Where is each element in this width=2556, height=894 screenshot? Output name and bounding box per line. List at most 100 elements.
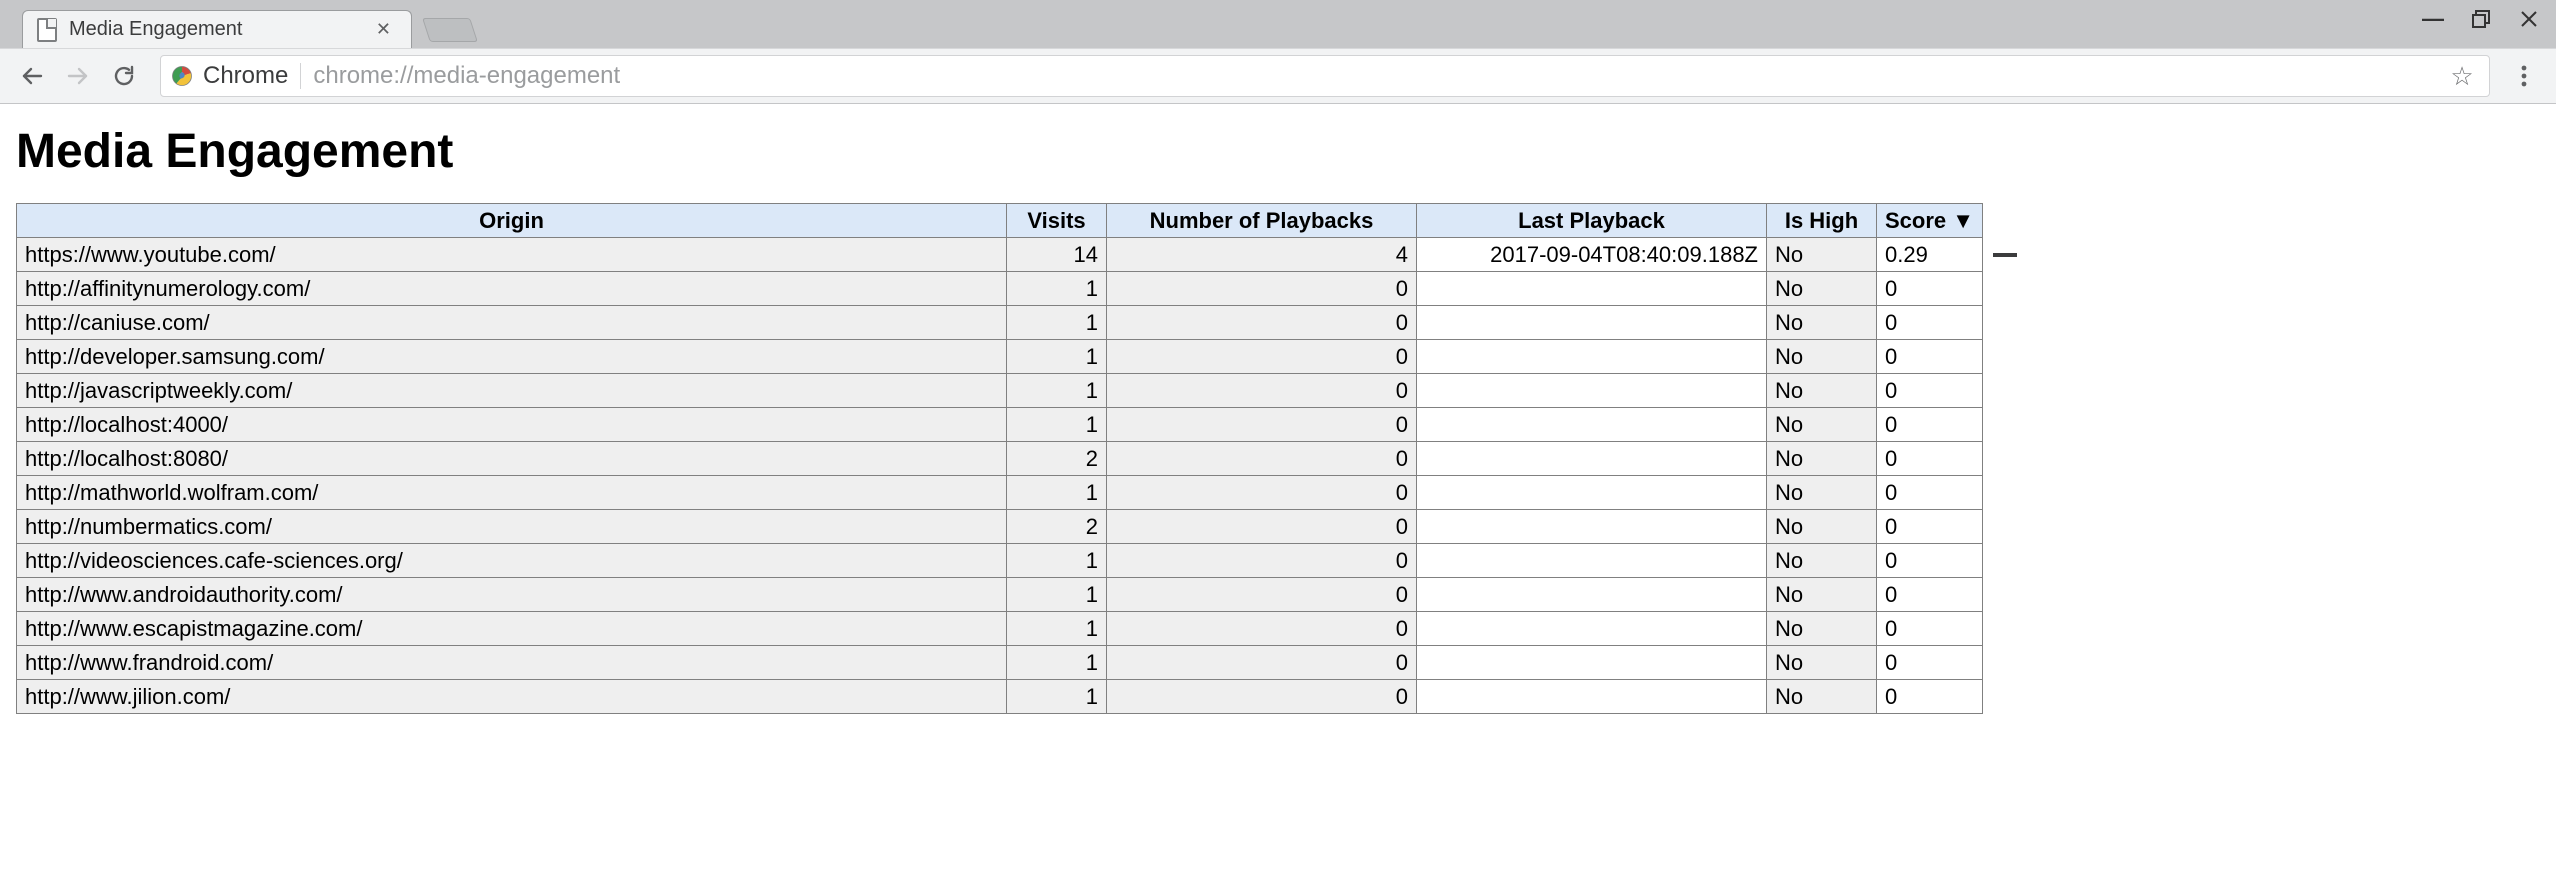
browser-tab[interactable]: Media Engagement ✕ (22, 10, 412, 48)
cell-origin: http://javascriptweekly.com/ (17, 374, 1007, 408)
cell-score: 0 (1877, 646, 1983, 680)
table-row: http://www.escapistmagazine.com/10No0 (17, 612, 1983, 646)
table-row: http://developer.samsung.com/10No0 (17, 340, 1983, 374)
cell-is-high: No (1767, 238, 1877, 272)
window-maximize-button[interactable] (2468, 6, 2494, 32)
table-header-row: Origin Visits Number of Playbacks Last P… (17, 204, 1983, 238)
cell-playbacks: 0 (1107, 612, 1417, 646)
cell-is-high: No (1767, 510, 1877, 544)
cell-origin: http://videosciences.cafe-sciences.org/ (17, 544, 1007, 578)
cell-origin: http://localhost:4000/ (17, 408, 1007, 442)
cell-origin: http://www.frandroid.com/ (17, 646, 1007, 680)
back-button[interactable] (12, 56, 52, 96)
cell-playbacks: 0 (1107, 272, 1417, 306)
cell-visits: 1 (1007, 340, 1107, 374)
window-minimize-button[interactable]: — (2420, 6, 2446, 32)
table-row: http://localhost:4000/10No0 (17, 408, 1983, 442)
cell-is-high: No (1767, 272, 1877, 306)
cell-playbacks: 0 (1107, 340, 1417, 374)
table-row: http://mathworld.wolfram.com/10No0 (17, 476, 1983, 510)
cell-playbacks: 4 (1107, 238, 1417, 272)
cell-playbacks: 0 (1107, 510, 1417, 544)
cell-playbacks: 0 (1107, 374, 1417, 408)
cell-last-playback (1417, 646, 1767, 680)
cell-visits: 1 (1007, 306, 1107, 340)
cell-score: 0 (1877, 408, 1983, 442)
cell-last-playback (1417, 408, 1767, 442)
cell-visits: 1 (1007, 646, 1107, 680)
engagement-table: Origin Visits Number of Playbacks Last P… (16, 203, 1983, 714)
tab-close-button[interactable]: ✕ (370, 15, 397, 44)
cell-score: 0 (1877, 476, 1983, 510)
reload-button[interactable] (104, 56, 144, 96)
cell-origin: http://www.androidauthority.com/ (17, 578, 1007, 612)
table-row: http://numbermatics.com/20No0 (17, 510, 1983, 544)
cell-visits: 1 (1007, 272, 1107, 306)
address-bar[interactable]: Chrome chrome://media-engagement ☆ (160, 55, 2490, 97)
cell-last-playback (1417, 374, 1767, 408)
forward-button[interactable] (58, 56, 98, 96)
cell-visits: 2 (1007, 510, 1107, 544)
cell-score: 0 (1877, 544, 1983, 578)
cell-visits: 1 (1007, 476, 1107, 510)
cell-is-high: No (1767, 306, 1877, 340)
cell-visits: 1 (1007, 578, 1107, 612)
site-identity-icon (171, 65, 193, 87)
cell-last-playback (1417, 612, 1767, 646)
cell-origin: http://developer.samsung.com/ (17, 340, 1007, 374)
column-header-playbacks[interactable]: Number of Playbacks (1107, 204, 1417, 238)
cell-is-high: No (1767, 442, 1877, 476)
cell-score: 0 (1877, 442, 1983, 476)
column-header-last[interactable]: Last Playback (1417, 204, 1767, 238)
cell-score: 0 (1877, 612, 1983, 646)
omnibox-divider (300, 63, 301, 89)
cell-last-playback (1417, 578, 1767, 612)
cell-score: 0 (1877, 510, 1983, 544)
table-row: http://javascriptweekly.com/10No0 (17, 374, 1983, 408)
cell-last-playback (1417, 306, 1767, 340)
cell-visits: 2 (1007, 442, 1107, 476)
bookmark-star-icon[interactable]: ☆ (2445, 59, 2479, 93)
cell-visits: 14 (1007, 238, 1107, 272)
cell-origin: http://localhost:8080/ (17, 442, 1007, 476)
browser-chrome: Media Engagement ✕ — (0, 0, 2556, 104)
cell-score: 0 (1877, 578, 1983, 612)
cell-last-playback (1417, 340, 1767, 374)
cell-visits: 1 (1007, 408, 1107, 442)
cell-playbacks: 0 (1107, 408, 1417, 442)
cell-is-high: No (1767, 646, 1877, 680)
cell-score: 0 (1877, 306, 1983, 340)
page-content: Media Engagement Origin Visits Number of… (0, 104, 2556, 734)
cell-is-high: No (1767, 374, 1877, 408)
cell-visits: 1 (1007, 680, 1107, 714)
column-header-origin[interactable]: Origin (17, 204, 1007, 238)
cell-is-high: No (1767, 612, 1877, 646)
column-header-visits[interactable]: Visits (1007, 204, 1107, 238)
page-icon (37, 18, 57, 42)
column-header-is-high[interactable]: Is High (1767, 204, 1877, 238)
cell-is-high: No (1767, 544, 1877, 578)
cell-visits: 1 (1007, 374, 1107, 408)
column-header-score[interactable]: Score ▼ (1877, 204, 1983, 238)
cell-playbacks: 0 (1107, 646, 1417, 680)
cell-last-playback (1417, 544, 1767, 578)
table-row: http://www.jilion.com/10No0 (17, 680, 1983, 714)
chrome-menu-button[interactable] (2504, 56, 2544, 96)
tab-title: Media Engagement (69, 18, 370, 41)
cell-playbacks: 0 (1107, 578, 1417, 612)
cell-is-high: No (1767, 680, 1877, 714)
table-row: http://localhost:8080/20No0 (17, 442, 1983, 476)
cell-playbacks: 0 (1107, 476, 1417, 510)
new-tab-button[interactable] (422, 18, 478, 42)
cell-score: 0 (1877, 340, 1983, 374)
cell-playbacks: 0 (1107, 544, 1417, 578)
cell-origin: http://numbermatics.com/ (17, 510, 1007, 544)
row-marker-icon (1993, 253, 2017, 257)
cell-visits: 1 (1007, 612, 1107, 646)
cell-origin: http://www.escapistmagazine.com/ (17, 612, 1007, 646)
window-close-button[interactable] (2516, 6, 2542, 32)
table-row: http://videosciences.cafe-sciences.org/1… (17, 544, 1983, 578)
tab-strip: Media Engagement ✕ — (0, 0, 2556, 48)
window-controls: — (2420, 6, 2542, 32)
cell-score: 0 (1877, 272, 1983, 306)
